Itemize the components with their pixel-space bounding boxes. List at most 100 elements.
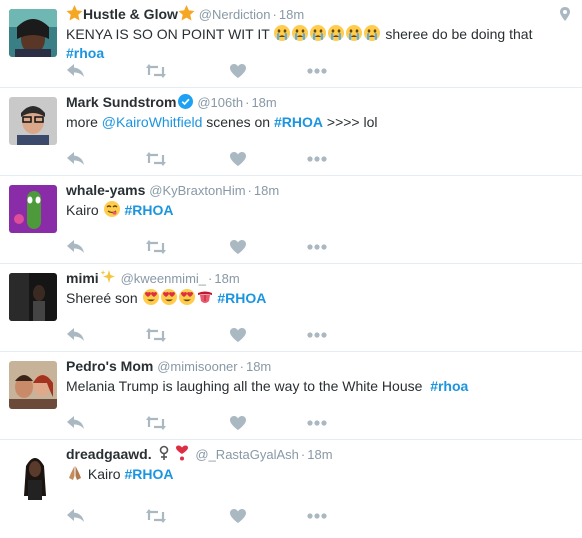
reply-icon xyxy=(67,240,84,253)
hashtag-link[interactable]: #RHOA xyxy=(217,290,266,306)
retweet-button[interactable] xyxy=(146,325,166,345)
more-icon xyxy=(307,68,327,74)
retweet-icon xyxy=(146,416,166,430)
like-button[interactable] xyxy=(230,506,246,526)
heart-icon xyxy=(230,509,246,523)
star-emoji xyxy=(66,5,83,21)
more-icon xyxy=(307,420,327,426)
more-options-button[interactable] xyxy=(307,506,327,526)
tweet-actions xyxy=(66,413,356,433)
heart-icon xyxy=(230,152,246,166)
reply-button[interactable] xyxy=(67,325,85,345)
reply-button[interactable] xyxy=(67,237,85,257)
timestamp[interactable]: 18m xyxy=(279,7,304,22)
female-sign-emoji xyxy=(160,445,169,460)
display-name[interactable]: whale-yams xyxy=(66,182,145,198)
crying-face-emoji xyxy=(310,25,327,41)
username[interactable]: @mimisooner xyxy=(157,359,237,374)
heart-eyes-emoji xyxy=(160,289,177,305)
tweet-feed: Hustle & Glow @Nerdiction · 18m KENYA IS S… xyxy=(0,0,582,538)
display-name[interactable]: Hustle & Glow xyxy=(83,6,178,22)
display-name[interactable]: dreadgaawd. xyxy=(66,446,152,462)
avatar[interactable] xyxy=(9,9,57,57)
hashtag-link[interactable]: #rhoa xyxy=(66,45,104,61)
like-button[interactable] xyxy=(230,61,246,81)
reply-icon xyxy=(67,328,84,341)
tweet-text: KENYA IS SO ON POINT WIT IT sheree do be… xyxy=(66,25,533,61)
avatar[interactable] xyxy=(9,361,57,409)
tweet-header: whale-yams @KyBraxtonHim · 18m xyxy=(66,182,280,198)
tweet[interactable]: whale-yams @KyBraxtonHim · 18m Kairo #RHOA xyxy=(0,176,582,264)
like-button[interactable] xyxy=(230,149,246,169)
retweet-button[interactable] xyxy=(146,61,166,81)
reply-button[interactable] xyxy=(67,506,85,526)
reply-button[interactable] xyxy=(67,149,85,169)
more-icon xyxy=(307,244,327,250)
more-options-button[interactable] xyxy=(307,413,327,433)
more-icon xyxy=(307,332,327,338)
tweet-text: Shereé son #RHOA xyxy=(66,289,267,306)
retweet-button[interactable] xyxy=(146,237,166,257)
username[interactable]: @KyBraxtonHim xyxy=(149,183,245,198)
username[interactable]: @kweenmimi_ xyxy=(121,271,206,286)
reply-icon xyxy=(67,416,84,429)
avatar[interactable] xyxy=(9,273,57,321)
timestamp[interactable]: 18m xyxy=(214,271,239,286)
tweet-header: mimi @kweenmimi_ · 18m xyxy=(66,270,240,286)
avatar[interactable] xyxy=(9,97,57,145)
like-button[interactable] xyxy=(230,413,246,433)
avatar[interactable] xyxy=(20,452,50,500)
display-name[interactable]: mimi xyxy=(66,270,99,286)
tweet[interactable]: dreadgaawd. @_RastaGyalAsh · 18m Kairo #RH… xyxy=(0,440,582,538)
more-options-button[interactable] xyxy=(307,149,327,169)
hashtag-link[interactable]: #RHOA xyxy=(124,202,173,218)
retweet-button[interactable] xyxy=(146,413,166,433)
like-button[interactable] xyxy=(230,237,246,257)
verified-badge-icon xyxy=(178,94,194,109)
emoji-group xyxy=(273,25,385,42)
location-pin-icon xyxy=(560,7,570,21)
more-options-button[interactable] xyxy=(307,325,327,345)
display-name[interactable]: Mark Sundstrom xyxy=(66,94,176,110)
tweet-actions xyxy=(66,237,356,257)
timestamp[interactable]: 18m xyxy=(307,447,332,462)
username[interactable]: @106th xyxy=(197,95,243,110)
more-options-button[interactable] xyxy=(307,61,327,81)
tweet-actions xyxy=(66,61,356,81)
tweet[interactable]: mimi @kweenmimi_ · 18m Shereé son #RHOA xyxy=(0,264,582,352)
like-button[interactable] xyxy=(230,325,246,345)
timestamp[interactable]: 18m xyxy=(254,183,279,198)
tweet-text: Kairo #RHOA xyxy=(66,465,572,484)
heart-icon xyxy=(230,416,246,430)
tweet[interactable]: Pedro's Mom @mimisooner · 18m Melania Trum… xyxy=(0,352,582,440)
timestamp[interactable]: 18m xyxy=(246,359,271,374)
hashtag-link[interactable]: #rhoa xyxy=(430,378,468,394)
display-name[interactable]: Pedro's Mom xyxy=(66,358,153,374)
reply-icon xyxy=(67,509,84,522)
heart-icon xyxy=(230,64,246,78)
hashtag-link[interactable]: #RHOA xyxy=(274,114,323,130)
heart-icon xyxy=(230,240,246,254)
mention-link[interactable]: @KairoWhitfield xyxy=(102,114,203,130)
hashtag-link[interactable]: #RHOA xyxy=(124,466,173,482)
tweet-text: Melania Trump is laughing all the way to… xyxy=(66,378,469,394)
heart-exclamation-emoji xyxy=(176,445,189,461)
timestamp[interactable]: 18m xyxy=(251,95,276,110)
retweet-button[interactable] xyxy=(146,506,166,526)
tweet[interactable]: Mark Sundstrom @106th · 18m more @KairoWhi… xyxy=(0,88,582,176)
more-options-button[interactable] xyxy=(307,237,327,257)
username[interactable]: @Nerdiction xyxy=(199,7,271,22)
username[interactable]: @_RastaGyalAsh xyxy=(195,447,299,462)
reply-button[interactable] xyxy=(67,413,85,433)
crying-face-emoji xyxy=(346,25,363,41)
tweet[interactable]: Hustle & Glow @Nerdiction · 18m KENYA IS S… xyxy=(0,0,582,88)
reply-button[interactable] xyxy=(67,61,85,81)
retweet-icon xyxy=(146,64,166,78)
retweet-button[interactable] xyxy=(146,149,166,169)
yum-face-emoji xyxy=(103,201,120,217)
avatar[interactable] xyxy=(9,185,57,233)
heart-eyes-emoji xyxy=(142,289,159,305)
crying-face-emoji xyxy=(274,25,291,41)
retweet-icon xyxy=(146,152,166,166)
heart-eyes-emoji xyxy=(178,289,195,305)
